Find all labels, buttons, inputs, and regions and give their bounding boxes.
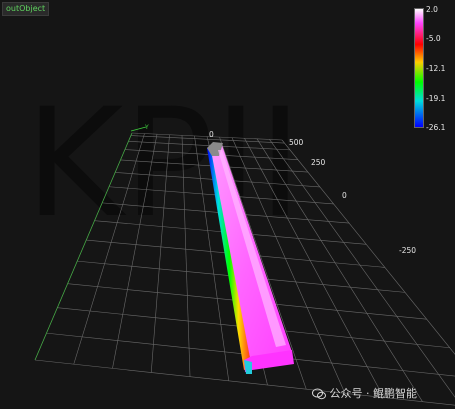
colorbar-gradient [414,8,424,128]
watermark-overlay: 公众号 · 鲲鹏智能 [312,385,417,401]
colorbar-label: -12.1 [426,64,446,73]
tick-label: -250 [399,246,417,255]
wechat-icon [312,388,326,400]
colorbar-label: -26.1 [426,123,446,132]
colorbar-label: 2.0 [426,5,438,14]
tick-label: 500 [289,138,304,147]
colorbar-label: -5.0 [426,34,441,43]
tick-label: 250 [311,158,326,167]
svg-text:Y: Y [144,124,149,131]
watermark-text: 公众号 · 鲲鹏智能 [329,387,418,400]
scene-canvas[interactable]: KPII Y [0,0,455,409]
color-legend: 2.0 -5.0 -12.1 -19.1 -26.1 [414,5,454,133]
background-watermark: KPII [25,77,302,251]
colorbar-label: -19.1 [426,94,446,103]
3d-viewport[interactable]: KPII Y outObject 0 500 250 0 -250 2.0 -5… [0,0,455,409]
tick-label: 0 [342,191,347,200]
axis-label-top: 0 [209,130,214,139]
object-tag[interactable]: outObject [2,2,50,16]
